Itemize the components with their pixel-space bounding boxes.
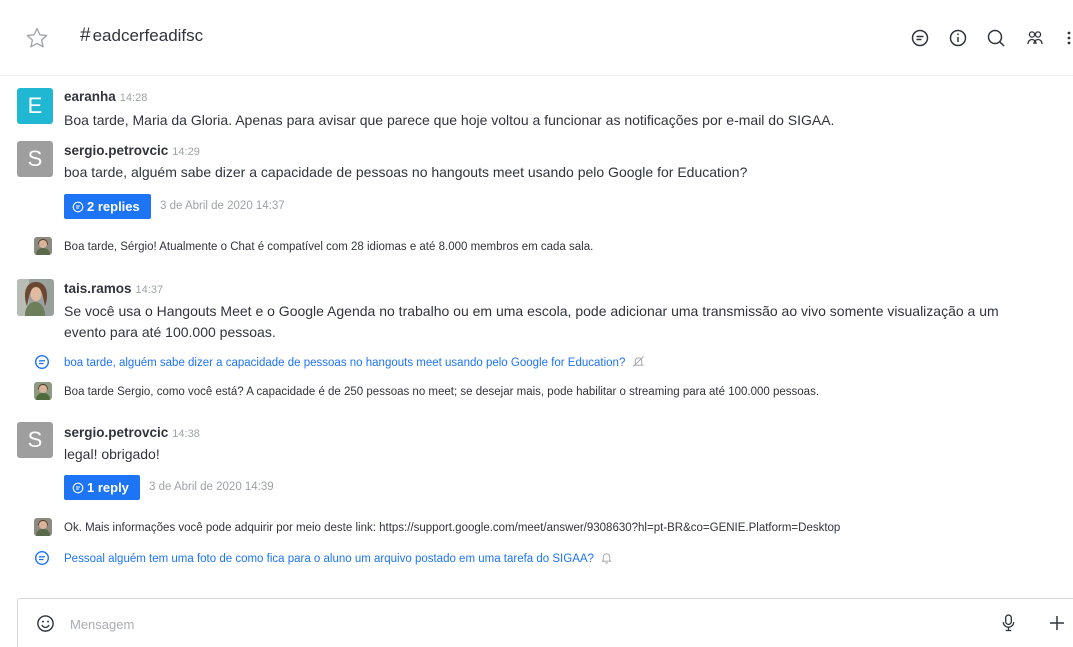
favorite-star-icon[interactable] (25, 26, 49, 50)
thread-icon (72, 201, 84, 212)
message-time: 14:37 (135, 284, 164, 296)
avatar[interactable] (34, 237, 52, 255)
avatar[interactable]: S (17, 141, 53, 177)
message-author[interactable]: sergio.petrovcic 14:38 (64, 425, 200, 440)
message-time: 14:29 (172, 146, 200, 158)
message-text: legal! obrigado! (64, 446, 160, 462)
message-author[interactable]: sergio.petrovcic 14:29 (64, 143, 200, 158)
username[interactable]: sergio.petrovcic (64, 425, 168, 440)
kebab-menu-icon[interactable] (1060, 27, 1072, 49)
threads-icon[interactable] (909, 27, 931, 49)
bell-off-icon[interactable] (632, 355, 645, 368)
message-text-line: evento para até 100.000 pessoas. (64, 324, 276, 340)
message-input[interactable]: Mensagem (70, 617, 134, 632)
bell-icon[interactable] (600, 551, 613, 564)
search-icon[interactable] (985, 27, 1007, 49)
message-time: 14:38 (172, 428, 200, 440)
hash-icon: # (80, 25, 91, 46)
avatar[interactable] (34, 382, 52, 400)
thread-message-link[interactable]: boa tarde, alguém sabe dizer a capacidad… (64, 355, 645, 369)
username[interactable]: tais.ramos (64, 281, 132, 296)
microphone-icon[interactable] (1001, 613, 1016, 638)
members-icon[interactable] (1024, 27, 1046, 49)
room-header: # eadcerfeadifsc (0, 0, 1073, 76)
thread-message-link[interactable]: Pessoal alguém tem uma foto de como fica… (64, 551, 613, 565)
message-text: Ok. Mais informações você pode adquirir … (64, 522, 841, 534)
thread-message-text[interactable]: boa tarde, alguém sabe dizer a capacidad… (64, 357, 625, 369)
channel-name: eadcerfeadifsc (92, 26, 204, 45)
avatar[interactable] (34, 518, 52, 536)
message-author[interactable]: tais.ramos 14:37 (64, 281, 163, 296)
message-composer: Mensagem (17, 598, 1073, 647)
avatar[interactable]: S (17, 422, 53, 458)
last-reply-date: 3 de Abril de 2020 14:37 (160, 200, 285, 212)
username[interactable]: earanha (64, 89, 116, 104)
username[interactable]: sergio.petrovcic (64, 143, 168, 158)
thread-replies-button[interactable]: 1 reply (64, 475, 140, 500)
replies-count[interactable]: 1 reply (87, 480, 129, 495)
avatar[interactable]: E (17, 88, 53, 124)
message-author[interactable]: earanha 14:28 (64, 89, 147, 104)
avatar[interactable] (17, 279, 54, 316)
channel-title: # eadcerfeadifsc (80, 25, 203, 47)
thread-message-text[interactable]: Pessoal alguém tem uma foto de como fica… (64, 553, 594, 565)
last-reply-date: 3 de Abril de 2020 14:39 (149, 481, 274, 493)
message-text: boa tarde, alguém sabe dizer a capacidad… (64, 164, 748, 180)
emoji-icon[interactable] (36, 614, 55, 638)
message-time: 14:28 (119, 92, 148, 104)
thread-icon (72, 482, 84, 493)
thread-replies-button[interactable]: 2 replies (64, 194, 151, 219)
message-text: Boa tarde, Sérgio! Atualmente o Chat é c… (64, 241, 594, 253)
message-text: Boa tarde Sergio, como você está? A capa… (64, 386, 820, 398)
thread-icon (34, 550, 50, 566)
message-text-line: Se você usa o Hangouts Meet e o Google A… (64, 303, 999, 319)
message-text: Boa tarde, Maria da Gloria. Apenas para … (64, 112, 835, 128)
info-icon[interactable] (947, 27, 969, 49)
replies-count[interactable]: 2 replies (87, 199, 140, 214)
plus-icon[interactable] (1048, 614, 1066, 637)
thread-icon (34, 354, 50, 370)
